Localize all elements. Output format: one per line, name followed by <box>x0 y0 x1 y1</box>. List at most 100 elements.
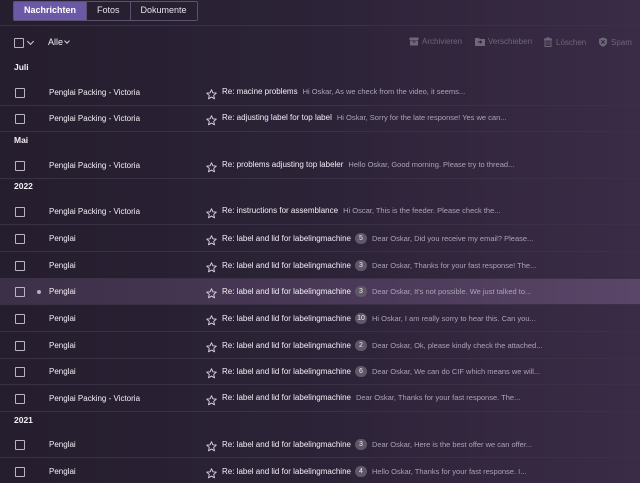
message-snippet: Dear Oskar, Thanks for your fast respons… <box>371 261 537 270</box>
subject-line: Re: macine problems Hi Oskar, As we check… <box>222 87 465 96</box>
message-row[interactable]: Penglai Re: label and lid for labelingmac… <box>0 306 640 332</box>
tab-documents[interactable]: Dokumente <box>130 2 197 20</box>
subject-line: Re: label and lid for labelingmachine 3 De… <box>222 286 531 297</box>
message-row[interactable]: Penglai Packing - Victoria Re: instructio… <box>0 199 640 225</box>
filter-dropdown[interactable]: Alle <box>48 37 63 47</box>
subject-text: Re: label and lid for labelingmachine <box>222 440 351 449</box>
select-chevron-down-icon[interactable] <box>26 37 35 46</box>
message-snippet: Hi Oscar, This is the feeder. Please che… <box>343 206 501 215</box>
section-header: 2021 <box>14 415 33 425</box>
delete-label: Löschen <box>556 37 587 47</box>
message-snippet: Dear Oskar, Thanks for your fast respons… <box>355 393 521 402</box>
sender-name: Penglai Packing - Victoria <box>49 394 141 403</box>
subject-text: Re: adjusting label for top label <box>222 113 332 122</box>
message-row[interactable]: Penglai Packing - Victoria Re: problems a… <box>0 153 640 179</box>
message-row[interactable]: Penglai Re: label and lid for labelingmac… <box>0 459 640 483</box>
message-snippet: Hi Oskar, Sorry for the late response! Y… <box>336 113 507 122</box>
message-snippet: Hi Oskar, As we check from the video, it… <box>302 87 466 96</box>
thread-count-badge: 3 <box>354 439 367 450</box>
message-row[interactable]: Penglai Packing - Victoria Re: adjusting … <box>0 106 640 132</box>
message-row[interactable]: Penglai Re: label and lid for labelingmac… <box>0 279 640 305</box>
row-checkbox[interactable] <box>15 341 25 351</box>
toolbar: Alle Archivieren Verschieben Löschen Spa… <box>0 33 640 53</box>
star-icon[interactable] <box>206 286 217 304</box>
star-icon[interactable] <box>206 260 217 278</box>
sender-name: Penglai <box>49 341 76 350</box>
filter-chevron-down-icon[interactable] <box>64 38 70 44</box>
spam-button[interactable]: Spam <box>598 37 632 47</box>
thread-count-badge: 3 <box>354 286 367 297</box>
row-checkbox[interactable] <box>15 207 25 217</box>
row-checkbox[interactable] <box>15 287 25 297</box>
star-icon[interactable] <box>206 393 217 411</box>
tab-bar: Nachrichten Fotos Dokumente <box>13 1 198 21</box>
subject-line: Re: label and lid for labelingmachine 6 De… <box>222 366 540 377</box>
thread-count-badge: 10 <box>354 313 367 324</box>
row-checkbox[interactable] <box>15 234 25 244</box>
message-snippet: Hello Oskar, Thanks for your fast respon… <box>371 467 527 476</box>
unread-dot <box>37 290 41 294</box>
sender-name: Penglai <box>49 367 76 376</box>
message-row[interactable]: Penglai Packing - Victoria Re: label and … <box>0 386 640 412</box>
message-snippet: Dear Oskar, Here is the best offer we ca… <box>371 440 533 449</box>
message-row[interactable]: Penglai Re: label and lid for labelingmac… <box>0 432 640 458</box>
subject-text: Re: problems adjusting top labeler <box>222 160 344 169</box>
message-row[interactable]: Penglai Re: label and lid for labelingmac… <box>0 226 640 252</box>
row-checkbox[interactable] <box>15 114 25 124</box>
move-folder-icon <box>475 38 485 46</box>
star-icon[interactable] <box>206 313 217 331</box>
star-icon[interactable] <box>206 366 217 384</box>
subject-text: Re: label and lid for labelingmachine <box>222 287 351 296</box>
star-icon[interactable] <box>206 87 217 105</box>
message-row[interactable]: Penglai Re: label and lid for labelingmac… <box>0 333 640 359</box>
row-checkbox[interactable] <box>15 394 25 404</box>
subject-text: Re: label and lid for labelingmachine <box>222 341 351 350</box>
archive-icon <box>409 37 419 46</box>
archive-button[interactable]: Archivieren <box>409 37 462 46</box>
sender-name: Penglai Packing - Victoria <box>49 161 141 170</box>
sender-name: Penglai <box>49 234 76 243</box>
subject-text: Re: label and lid for labelingmachine <box>222 234 351 243</box>
message-snippet: Dear Oskar, It's not possible. We just t… <box>371 287 532 296</box>
section-header: Mai <box>14 135 29 145</box>
subject-line: Re: label and lid for labelingmachine 4 He… <box>222 466 526 477</box>
star-icon[interactable] <box>206 439 217 457</box>
row-checkbox[interactable] <box>15 161 25 171</box>
row-checkbox[interactable] <box>15 261 25 271</box>
section-header: 2022 <box>14 181 33 191</box>
subject-text: Re: instructions for assemblance <box>222 206 339 215</box>
subject-text: Re: macine problems <box>222 87 298 96</box>
row-checkbox[interactable] <box>15 367 25 377</box>
message-row[interactable]: Penglai Packing - Victoria Re: macine pro… <box>0 80 640 106</box>
sender-name: Penglai <box>49 314 76 323</box>
sender-name: Penglai Packing - Victoria <box>49 114 141 123</box>
tab-messages[interactable]: Nachrichten <box>14 2 88 20</box>
select-all-checkbox[interactable] <box>14 38 24 48</box>
message-snippet: Dear Oskar, We can do CIF which means we… <box>371 367 541 376</box>
sender-name: Penglai Packing - Victoria <box>49 207 141 216</box>
subject-text: Re: label and lid for labelingmachine <box>222 314 351 323</box>
tab-photos[interactable]: Fotos <box>87 2 131 20</box>
star-icon[interactable] <box>206 233 217 251</box>
delete-button[interactable]: Löschen <box>543 37 586 47</box>
subject-text: Re: label and lid for labelingmachine <box>222 393 351 402</box>
message-row[interactable]: Penglai Re: label and lid for labelingmac… <box>0 359 640 385</box>
star-icon[interactable] <box>206 466 217 483</box>
archive-label: Archivieren <box>422 37 463 46</box>
star-icon[interactable] <box>206 160 217 178</box>
row-checkbox[interactable] <box>15 88 25 98</box>
message-row[interactable]: Penglai Re: label and lid for labelingmac… <box>0 253 640 279</box>
star-icon[interactable] <box>206 206 217 224</box>
subject-line: Re: instructions for assemblance Hi Oscar… <box>222 206 501 215</box>
subject-line: Re: label and lid for labelingmachine 3 De… <box>222 439 532 450</box>
row-checkbox[interactable] <box>15 440 25 450</box>
row-checkbox[interactable] <box>15 314 25 324</box>
star-icon[interactable] <box>206 113 217 131</box>
star-icon[interactable] <box>206 340 217 358</box>
divider <box>0 25 640 26</box>
row-checkbox[interactable] <box>15 467 25 477</box>
move-button[interactable]: Verschieben <box>475 37 532 46</box>
sender-name: Penglai Packing - Victoria <box>49 88 141 97</box>
spam-label: Spam <box>611 37 632 47</box>
mail-app: Nachrichten Fotos Dokumente Alle Archivi… <box>0 0 640 483</box>
